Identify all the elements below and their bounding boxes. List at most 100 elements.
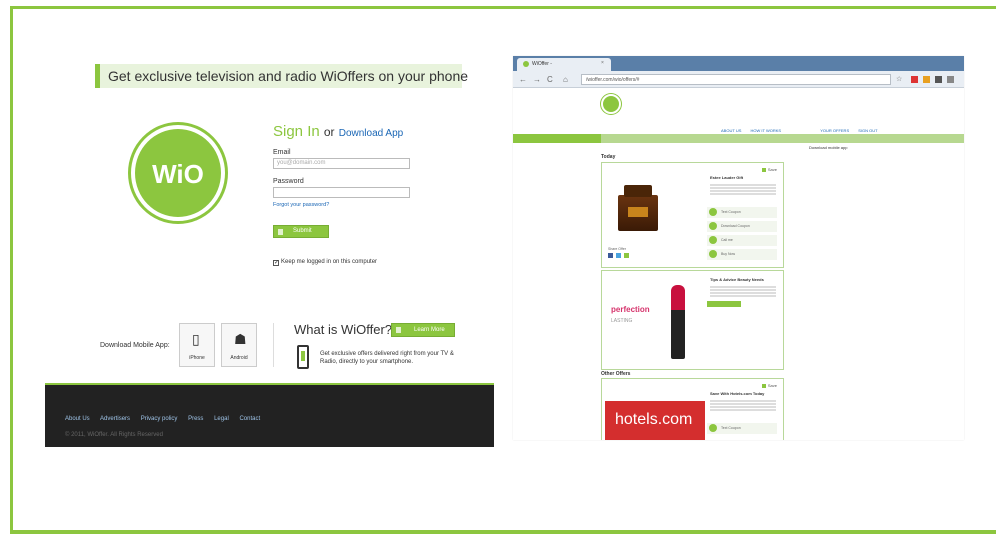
what-is-description: Get exclusive offers delivered right fro… (320, 351, 454, 365)
site-header: ABOUT US HOW IT WORKS YOUR OFFERS SIGN O… (513, 88, 964, 134)
action-label: Call me (721, 238, 733, 242)
email-icon[interactable] (624, 253, 629, 258)
favicon-icon (523, 61, 529, 67)
password-field[interactable] (273, 187, 410, 198)
browser-window: WiOffer - × ← → C ⌂ /wioffer.com/wio/off… (513, 56, 964, 440)
action-icon (709, 236, 717, 244)
submit-button[interactable]: Submit (273, 225, 329, 238)
banner-text: perfection (611, 305, 650, 314)
star-icon[interactable]: ☆ (896, 75, 902, 83)
forward-icon[interactable]: → (533, 75, 541, 84)
browser-tab[interactable]: WiOffer - × (517, 58, 611, 71)
extension-icon[interactable] (923, 76, 930, 83)
checkbox-checked-icon[interactable]: ✓ (273, 260, 279, 266)
nav-your-offers[interactable]: YOUR OFFERS (820, 128, 849, 133)
action-icon (709, 424, 717, 432)
footer-link-contact[interactable]: Contact (239, 416, 260, 422)
close-tab-icon[interactable]: × (601, 60, 604, 66)
offer-description (710, 399, 776, 411)
action-icon (709, 222, 717, 230)
offer-title: Estee Lauder Gift (710, 175, 744, 180)
text-coupon-button[interactable]: Text Coupon (707, 207, 777, 218)
footer-link-press[interactable]: Press (188, 416, 203, 422)
back-icon[interactable]: ← (519, 75, 527, 84)
offer-cta-button[interactable] (707, 301, 741, 307)
android-label: Android (230, 355, 248, 361)
offer-card[interactable]: Save Save With Hotels.com Today hotels.c… (601, 378, 784, 440)
section-today: Today (601, 154, 616, 160)
address-bar[interactable]: /wioffer.com/wio/offers/# (581, 74, 891, 85)
tagline-bar: Get exclusive television and radio WiOff… (95, 64, 468, 88)
keep-logged-in-row[interactable]: ✓ Keep me logged in on this computer (273, 259, 413, 266)
hotels-banner: hotels.com (605, 401, 705, 440)
signin-form: Sign In or Download App Email you@domain… (273, 123, 413, 266)
action-label: Download Coupon (721, 224, 750, 228)
what-is-title: What is WiOffer? (294, 322, 393, 337)
call-me-button[interactable]: Call me (707, 235, 777, 246)
forgot-password-link[interactable]: Forgot your password? (273, 202, 413, 208)
footer-link-privacy[interactable]: Privacy policy (141, 416, 178, 422)
home-icon[interactable]: ⌂ (563, 75, 568, 84)
save-button[interactable]: Save (762, 383, 777, 388)
android-icon: ☗ (234, 331, 247, 347)
signin-page: Get exclusive television and radio WiOff… (45, 55, 494, 447)
offer-title: Tips & Advice Beauty Needs (710, 277, 764, 282)
learn-more-label: Learn More (414, 327, 445, 333)
submit-icon (278, 229, 283, 235)
twitter-icon[interactable] (616, 253, 621, 258)
footer-link-legal[interactable]: Legal (214, 416, 229, 422)
nav-about[interactable]: ABOUT US (721, 128, 741, 133)
action-icon (709, 250, 717, 258)
signin-title: Sign In or Download App (273, 123, 413, 140)
lipstick-banner: perfection LASTING (605, 275, 705, 363)
signin-heading: Sign In (273, 123, 320, 140)
email-field[interactable]: you@domain.com (273, 158, 410, 169)
site-green-bar (513, 134, 964, 143)
smartphone-icon (297, 345, 309, 369)
android-download-button[interactable]: ☗ Android (221, 323, 257, 367)
save-button[interactable]: Save (762, 167, 777, 172)
keep-logged-in-label: Keep me logged in on this computer (281, 259, 378, 265)
wio-logo: WiO (131, 125, 225, 221)
learn-more-button[interactable]: Learn More (391, 323, 455, 337)
iphone-label: iPhone (189, 355, 205, 361)
download-mobile-label: Download Mobile App: (100, 342, 170, 349)
share-label: Share Offer (608, 247, 627, 251)
or-text: or (323, 125, 335, 139)
download-app-link[interactable]: Download App (339, 128, 404, 139)
extension-icon[interactable] (911, 76, 918, 83)
product-image (618, 185, 658, 231)
action-label: Text Coupon (721, 210, 741, 214)
password-label: Password (273, 178, 304, 185)
divider (273, 323, 274, 367)
nav-sign-out[interactable]: SIGN OUT (858, 128, 877, 133)
action-label: Buy Now (721, 252, 736, 256)
wio-logo-small[interactable] (601, 94, 621, 114)
email-label: Email (273, 149, 291, 156)
nav-how-it-works[interactable]: HOW IT WORKS (751, 128, 782, 133)
footer-link-advertisers[interactable]: Advertisers (100, 416, 130, 422)
footer-link-about[interactable]: About Us (65, 416, 90, 422)
buy-now-button[interactable]: Buy Now (707, 249, 777, 260)
offer-card[interactable]: Save Estee Lauder Gift Text Coupon Downl… (601, 162, 784, 268)
extension-icon[interactable] (935, 76, 942, 83)
banner-subtext: LASTING (611, 318, 633, 324)
reload-icon[interactable]: C (547, 75, 553, 84)
copyright: © 2011, WiOffer. All Rights Reserved (65, 432, 163, 438)
offer-card[interactable]: perfection LASTING Tips & Advice Beauty … (601, 270, 784, 370)
footer-links: About Us Advertisers Privacy policy Pres… (65, 416, 269, 422)
facebook-icon[interactable] (608, 253, 613, 258)
section-other-offers: Other Offers (601, 371, 631, 377)
tab-title: WiOffer - (532, 61, 552, 67)
submit-label: Submit (293, 228, 312, 234)
download-mobile-app[interactable]: Download mobile app (809, 145, 847, 150)
download-coupon-button[interactable]: Download Coupon (707, 221, 777, 232)
offer-description (710, 183, 776, 195)
browser-toolbar: ← → C ⌂ /wioffer.com/wio/offers/# ☆ (513, 71, 964, 88)
footer: About Us Advertisers Privacy policy Pres… (45, 383, 494, 447)
text-coupon-button[interactable]: Text Coupon (707, 423, 777, 434)
offer-title: Save With Hotels.com Today (710, 391, 765, 396)
wrench-icon[interactable] (947, 76, 954, 83)
iphone-download-button[interactable]: ▯ iPhone (179, 323, 215, 367)
logo-text: WiO (152, 159, 204, 189)
